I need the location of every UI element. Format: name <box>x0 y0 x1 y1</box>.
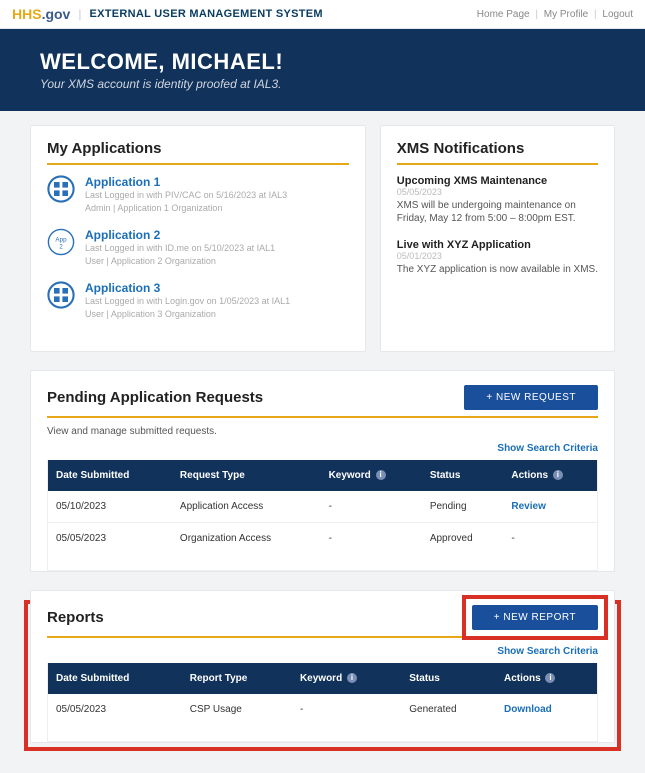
notifications-title: XMS Notifications <box>397 140 598 165</box>
cell-action: - <box>503 522 597 554</box>
pending-requests-card: Pending Application Requests + NEW REQUE… <box>30 370 615 572</box>
reports-card: Reports + NEW REPORT Show Search Criteri… <box>30 590 615 743</box>
pending-table: Date Submitted Request Type Keyword i St… <box>48 460 597 554</box>
action-download[interactable]: Download <box>504 704 552 715</box>
notif-date: 05/05/2023 <box>397 187 598 197</box>
welcome-banner: WELCOME, MICHAEL! Your XMS account is id… <box>0 29 645 111</box>
reports-title: Reports <box>47 609 104 626</box>
top-nav: Home Page | My Profile | Logout <box>477 9 633 20</box>
app-meta: Last Logged in with Login.gov on 1/05/20… <box>85 295 290 308</box>
cell-keyword: - <box>321 522 422 554</box>
col-keyword: Keyword i <box>321 460 422 491</box>
nav-home[interactable]: Home Page <box>477 9 530 20</box>
cell-status: Approved <box>422 522 504 554</box>
app-grid-icon <box>47 175 75 203</box>
pending-subtext: View and manage submitted requests. <box>47 426 598 437</box>
new-report-button[interactable]: + NEW REPORT <box>472 605 598 630</box>
new-request-button[interactable]: + NEW REQUEST <box>464 385 598 410</box>
col-status: Status <box>422 460 504 491</box>
pending-title: Pending Application Requests <box>47 389 263 406</box>
cell-type: CSP Usage <box>182 694 292 725</box>
show-search-link[interactable]: Show Search Criteria <box>47 443 598 454</box>
info-icon[interactable]: i <box>545 673 555 683</box>
nav-logout[interactable]: Logout <box>602 9 633 20</box>
cell-status: Generated <box>401 694 496 725</box>
cell-date: 05/05/2023 <box>48 694 182 725</box>
info-icon[interactable]: i <box>553 470 563 480</box>
notif-date: 05/01/2023 <box>397 251 598 261</box>
app-badge-icon: App2 <box>47 228 75 256</box>
info-icon[interactable]: i <box>347 673 357 683</box>
top-bar: HHS.gov | EXTERNAL USER MANAGEMENT SYSTE… <box>0 0 645 29</box>
notif-body: XMS will be undergoing maintenance on Fr… <box>397 199 598 225</box>
app-grid-icon <box>47 281 75 309</box>
app-name-link[interactable]: Application 2 <box>85 228 275 242</box>
col-actions: Actions i <box>503 460 597 491</box>
my-apps-title: My Applications <box>47 140 349 165</box>
notifications-card: XMS Notifications Upcoming XMS Maintenan… <box>380 125 615 352</box>
app-item: Application 1 Last Logged in with PIV/CA… <box>47 175 349 214</box>
logo-hhs: HHS <box>12 6 42 22</box>
col-type: Request Type <box>172 460 321 491</box>
app-item: Application 3 Last Logged in with Login.… <box>47 281 349 320</box>
app-item: App2 Application 2 Last Logged in with I… <box>47 228 349 267</box>
table-row: 05/10/2023 Application Access - Pending … <box>48 491 597 523</box>
cell-type: Application Access <box>172 491 321 523</box>
notif-title: Upcoming XMS Maintenance <box>397 175 598 187</box>
col-type: Report Type <box>182 663 292 694</box>
table-row: 05/05/2023 CSP Usage - Generated Downloa… <box>48 694 597 725</box>
cell-keyword: - <box>321 491 422 523</box>
notification-item: Live with XYZ Application 05/01/2023 The… <box>397 239 598 276</box>
app-meta: User | Application 2 Organization <box>85 255 275 268</box>
cell-type: Organization Access <box>172 522 321 554</box>
cell-date: 05/05/2023 <box>48 522 172 554</box>
app-name-link[interactable]: Application 3 <box>85 281 290 295</box>
svg-text:2: 2 <box>59 243 63 250</box>
app-meta: Admin | Application 1 Organization <box>85 202 287 215</box>
svg-text:App: App <box>55 236 67 243</box>
col-status: Status <box>401 663 496 694</box>
welcome-subtext: Your XMS account is identity proofed at … <box>40 77 605 91</box>
my-applications-card: My Applications Application 1 Last Logge… <box>30 125 366 352</box>
col-actions: Actions i <box>496 663 597 694</box>
reports-table: Date Submitted Report Type Keyword i Sta… <box>48 663 597 725</box>
info-icon[interactable]: i <box>376 470 386 480</box>
notif-body: The XYZ application is now available in … <box>397 263 598 276</box>
action-review[interactable]: Review <box>511 501 545 512</box>
divider: | <box>78 7 81 21</box>
cell-keyword: - <box>292 694 401 725</box>
cell-status: Pending <box>422 491 504 523</box>
app-meta: User | Application 3 Organization <box>85 308 290 321</box>
logo: HHS.gov <box>12 6 70 22</box>
welcome-heading: WELCOME, MICHAEL! <box>40 49 605 75</box>
col-date: Date Submitted <box>48 460 172 491</box>
app-name-link[interactable]: Application 1 <box>85 175 287 189</box>
col-keyword: Keyword i <box>292 663 401 694</box>
nav-profile[interactable]: My Profile <box>544 9 588 20</box>
logo-gov: .gov <box>42 6 71 22</box>
cell-date: 05/10/2023 <box>48 491 172 523</box>
col-date: Date Submitted <box>48 663 182 694</box>
app-meta: Last Logged in with PIV/CAC on 5/16/2023… <box>85 189 287 202</box>
show-search-link[interactable]: Show Search Criteria <box>47 646 598 657</box>
system-name: EXTERNAL USER MANAGEMENT SYSTEM <box>89 8 322 20</box>
table-row: 05/05/2023 Organization Access - Approve… <box>48 522 597 554</box>
notif-title: Live with XYZ Application <box>397 239 598 251</box>
app-meta: Last Logged in with ID.me on 5/10/2023 a… <box>85 242 275 255</box>
notification-item: Upcoming XMS Maintenance 05/05/2023 XMS … <box>397 175 598 225</box>
